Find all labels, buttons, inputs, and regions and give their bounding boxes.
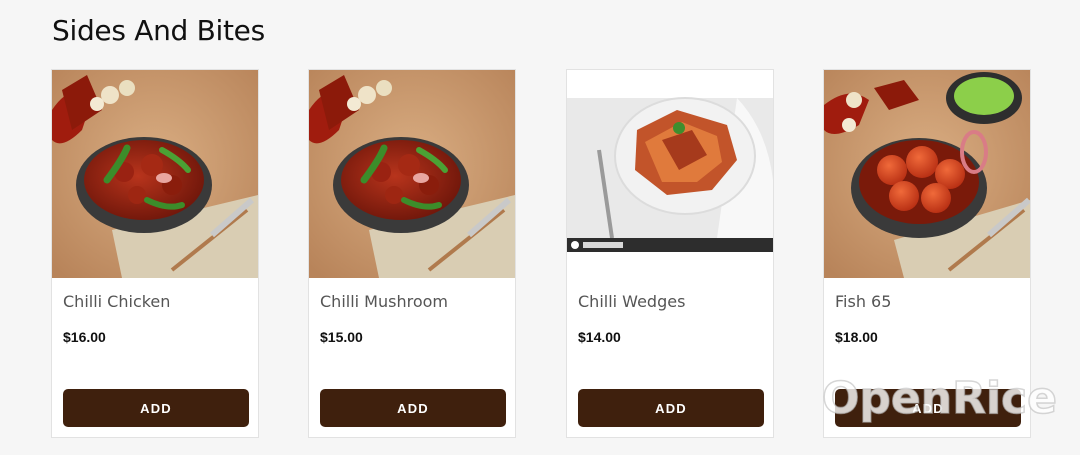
add-to-cart-button[interactable]: ADD bbox=[320, 389, 506, 427]
fish-65-image[interactable] bbox=[824, 70, 1030, 278]
product-name[interactable]: Fish 65 bbox=[835, 292, 891, 311]
add-to-cart-button[interactable]: ADD bbox=[835, 389, 1021, 427]
chilli-mushroom-image[interactable] bbox=[309, 70, 515, 278]
product-name[interactable]: Chilli Mushroom bbox=[320, 292, 448, 311]
product-name[interactable]: Chilli Wedges bbox=[578, 292, 685, 311]
product-price: $15.00 bbox=[320, 329, 363, 345]
section-title: Sides And Bites bbox=[52, 14, 265, 47]
product-card[interactable]: Chilli Chicken $16.00 ADD bbox=[51, 69, 259, 438]
product-card[interactable]: Chilli Mushroom $15.00 ADD bbox=[308, 69, 516, 438]
add-to-cart-button[interactable]: ADD bbox=[578, 389, 764, 427]
add-to-cart-button[interactable]: ADD bbox=[63, 389, 249, 427]
product-card[interactable]: Chilli Wedges $14.00 ADD bbox=[566, 69, 774, 438]
product-price: $18.00 bbox=[835, 329, 878, 345]
product-price: $16.00 bbox=[63, 329, 106, 345]
chilli-wedges-image[interactable] bbox=[567, 70, 773, 278]
product-card[interactable]: Fish 65 $18.00 ADD bbox=[823, 69, 1031, 438]
chilli-chicken-image[interactable] bbox=[52, 70, 258, 278]
product-price: $14.00 bbox=[578, 329, 621, 345]
product-name[interactable]: Chilli Chicken bbox=[63, 292, 170, 311]
